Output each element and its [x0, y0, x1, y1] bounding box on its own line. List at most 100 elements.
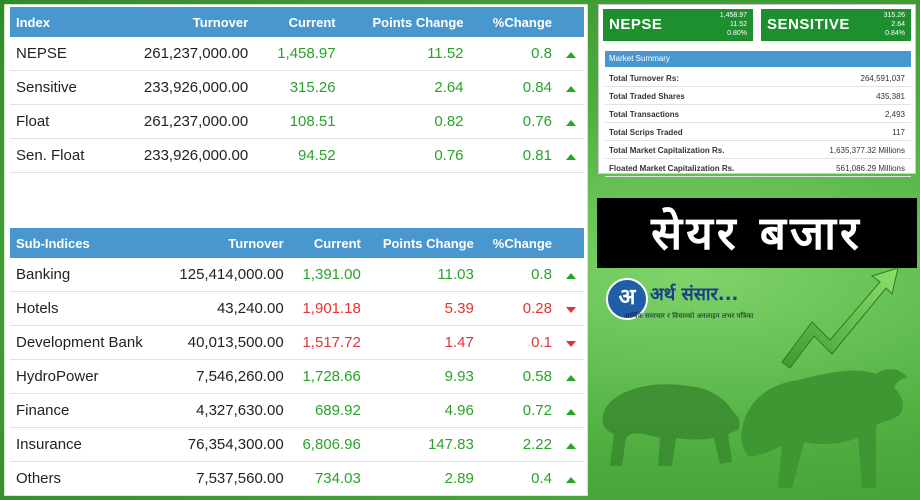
row-name: Finance — [10, 393, 163, 428]
row-name: Insurance — [10, 427, 163, 462]
market-summary-value: 1,635,377.32 Millions — [829, 146, 905, 155]
table-row[interactable]: Hotels 43,240.00 1,901.18 5.39 0.28 — [10, 291, 584, 326]
row-name: Banking — [10, 258, 163, 292]
row-current: 108.51 — [254, 104, 342, 139]
up-arrow-icon — [566, 477, 576, 483]
row-current: 1,391.00 — [289, 258, 367, 292]
nepse-box-values: 1,458.97 11.52 0.80% — [720, 11, 747, 38]
up-arrow-icon — [566, 120, 576, 126]
row-arrow-cell — [558, 325, 584, 360]
market-summary-value: 2,493 — [884, 110, 905, 119]
table-row[interactable]: Insurance 76,354,300.00 6,806.96 147.83 2.22 — [10, 427, 584, 462]
col-current: Current — [289, 228, 367, 258]
row-turnover: 261,237,000.00 — [109, 37, 255, 71]
row-pct-change: 0.72 — [479, 393, 558, 428]
row-arrow-cell — [558, 461, 584, 496]
market-summary-key: Total Transactions — [609, 110, 680, 119]
down-arrow-icon — [566, 307, 576, 313]
table-row[interactable]: Banking 125,414,000.00 1,391.00 11.03 0.8 — [10, 258, 584, 292]
market-summary-title: Market Summary — [605, 51, 911, 67]
row-current: 94.52 — [254, 138, 342, 173]
row-pct-change: 0.76 — [469, 104, 558, 139]
nepse-box-change: 11.52 — [730, 21, 747, 28]
row-current: 1,517.72 — [289, 325, 367, 360]
row-name: NEPSE — [10, 37, 110, 71]
up-arrow-icon — [566, 273, 576, 279]
col-current: Current — [254, 7, 342, 37]
index-table-header: Index Turnover Current Points Change %Ch… — [10, 7, 584, 37]
row-points-change: 11.52 — [341, 37, 470, 71]
row-name: Sensitive — [10, 70, 110, 105]
sensitive-box-value: 315.26 — [883, 12, 905, 19]
row-arrow-cell — [558, 359, 584, 394]
row-pct-change: 0.8 — [469, 37, 558, 71]
row-points-change: 147.83 — [366, 427, 480, 462]
sensitive-box-label: SENSITIVE — [767, 16, 850, 33]
row-points-change: 2.89 — [366, 461, 480, 496]
row-arrow-cell — [558, 258, 584, 292]
col-sub-indices: Sub-Indices — [10, 228, 163, 258]
sub-table-header: Sub-Indices Turnover Current Points Chan… — [10, 228, 584, 258]
sensitive-box[interactable]: SENSITIVE 315.26 2.64 0.84% — [761, 9, 911, 41]
table-row[interactable]: Sen. Float 233,926,000.00 94.52 0.76 0.81 — [10, 138, 584, 173]
nepse-box-label: NEPSE — [609, 16, 663, 33]
row-arrow-cell — [558, 37, 584, 71]
row-current: 315.26 — [254, 70, 342, 105]
row-points-change: 11.03 — [366, 258, 480, 292]
nepse-box-pct: 0.80% — [727, 30, 747, 37]
row-turnover: 7,537,560.00 — [162, 461, 290, 496]
bear-icon — [602, 384, 740, 466]
row-arrow-cell — [558, 427, 584, 462]
row-pct-change: 0.1 — [479, 325, 558, 360]
row-current: 1,728.66 — [289, 359, 367, 394]
row-current: 689.92 — [289, 393, 367, 428]
sub-indices-table: Sub-Indices Turnover Current Points Chan… — [10, 228, 584, 496]
row-points-change: 0.76 — [341, 138, 470, 173]
row-pct-change: 0.28 — [479, 291, 558, 326]
up-arrow-icon — [566, 409, 576, 415]
table-row[interactable]: Development Bank 40,013,500.00 1,517.72 1.4… — [10, 325, 584, 360]
row-current: 1,901.18 — [289, 291, 367, 326]
logo-tagline: आर्थिक समाचार र विचारको अनलाइन लभर पत्रि… — [624, 312, 754, 320]
row-current: 1,458.97 — [254, 37, 342, 71]
indices-panel: Index Turnover Current Points Change %Ch… — [4, 4, 588, 496]
row-turnover: 76,354,300.00 — [162, 427, 290, 462]
row-name: Sen. Float — [10, 138, 110, 173]
market-summary-row: Total Traded Shares 435,381 — [605, 87, 911, 105]
up-arrow-icon — [566, 52, 576, 58]
row-turnover: 233,926,000.00 — [109, 70, 255, 105]
col-arrow — [558, 7, 584, 37]
market-summary-panel: NEPSE 1,458.97 11.52 0.80% SENSITIVE 315… — [598, 4, 916, 177]
up-arrow-icon — [566, 86, 576, 92]
col-turnover: Turnover — [109, 7, 255, 37]
up-arrow-icon — [566, 154, 576, 160]
sensitive-box-values: 315.26 2.64 0.84% — [884, 11, 905, 38]
table-row[interactable]: NEPSE 261,237,000.00 1,458.97 11.52 0.8 — [10, 37, 584, 71]
table-row[interactable]: Float 261,237,000.00 108.51 0.82 0.76 — [10, 104, 584, 139]
market-summary-row: Total Market Capitalization Rs. 1,635,377… — [605, 141, 911, 159]
row-turnover: 4,327,630.00 — [162, 393, 290, 428]
nepse-box[interactable]: NEPSE 1,458.97 11.52 0.80% — [603, 9, 753, 41]
market-summary-key: Floated Market Capitalization Rs. — [609, 164, 735, 173]
market-summary-key: Total Market Capitalization Rs. — [609, 146, 725, 155]
row-pct-change: 0.4 — [479, 461, 558, 496]
row-turnover: 7,546,260.00 — [162, 359, 290, 394]
rising-arrow-icon — [781, 267, 899, 369]
nepse-box-value: 1,458.97 — [719, 12, 747, 19]
market-summary-value: 117 — [892, 128, 905, 137]
row-pct-change: 0.8 — [479, 258, 558, 292]
table-row[interactable]: Finance 4,327,630.00 689.92 4.96 0.72 — [10, 393, 584, 428]
market-summary-row: Total Transactions 2,493 — [605, 105, 911, 123]
row-name: Hotels — [10, 291, 163, 326]
row-current: 734.03 — [289, 461, 367, 496]
row-current: 6,806.96 — [289, 427, 367, 462]
up-arrow-icon — [566, 443, 576, 449]
row-turnover: 125,414,000.00 — [162, 258, 290, 292]
row-turnover: 43,240.00 — [162, 291, 290, 326]
row-points-change: 9.93 — [366, 359, 480, 394]
row-arrow-cell — [558, 104, 584, 139]
table-row[interactable]: Others 7,537,560.00 734.03 2.89 0.4 — [10, 461, 584, 496]
table-row[interactable]: Sensitive 233,926,000.00 315.26 2.64 0.84 — [10, 70, 584, 105]
row-points-change: 0.82 — [341, 104, 470, 139]
table-row[interactable]: HydroPower 7,546,260.00 1,728.66 9.93 0.58 — [10, 359, 584, 394]
